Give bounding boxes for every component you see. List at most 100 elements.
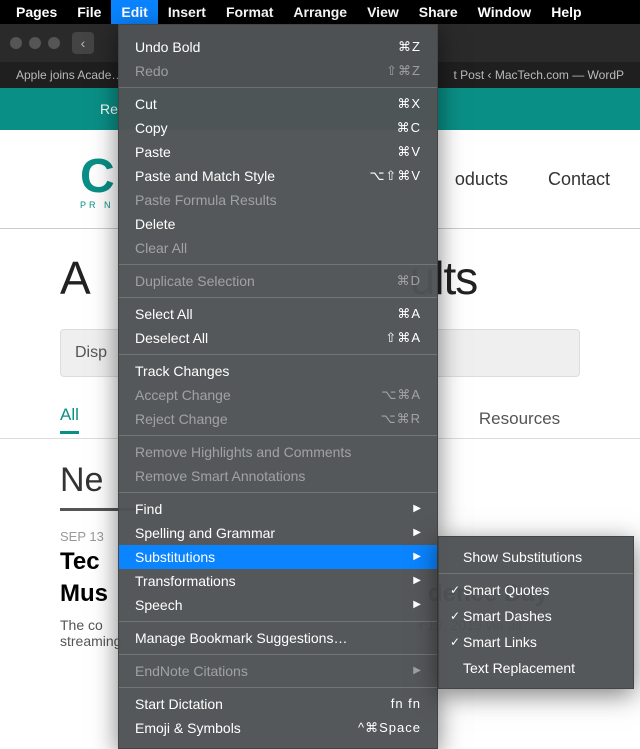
menu-item-label: Paste and Match Style xyxy=(135,166,275,186)
menu-item-reject-change: Reject Change ⌥⌘R xyxy=(119,407,437,431)
site-nav: oducts Contact xyxy=(455,169,610,190)
menu-item-select-all[interactable]: Select All⌘A xyxy=(119,302,437,326)
menu-shortcut: ⌥⌘R xyxy=(381,409,421,429)
submenu-item-label: Text Replacement xyxy=(463,658,575,678)
menubar-item-edit[interactable]: Edit xyxy=(111,0,157,24)
window-controls[interactable] xyxy=(10,37,60,49)
menu-item-paste-formula-results: Paste Formula Results xyxy=(119,188,437,212)
menu-item-label: EndNote Citations xyxy=(135,661,248,681)
menubar-app[interactable]: Pages xyxy=(6,0,67,24)
menubar-item-insert[interactable]: Insert xyxy=(158,0,216,24)
menubar-item-format[interactable]: Format xyxy=(216,0,283,24)
menu-item-label: Accept Change xyxy=(135,385,231,405)
tab-all[interactable]: All xyxy=(60,405,79,434)
menu-item-label: Copy xyxy=(135,118,168,138)
menu-shortcut: ⌘X xyxy=(397,94,421,114)
menu-item-find[interactable]: Find ▶ xyxy=(119,497,437,521)
submenu-item-show-substitutions[interactable]: Show Substitutions xyxy=(439,544,633,570)
menu-item-duplicate-selection: Duplicate Selection ⌘D xyxy=(119,269,437,293)
menu-shortcut: ⌘Z xyxy=(398,37,421,57)
site-logo-sub: PR N xyxy=(80,200,114,210)
menu-shortcut: ⌘D xyxy=(397,271,421,291)
menu-item-label: Track Changes xyxy=(135,361,229,381)
menu-shortcut: ⇧⌘A xyxy=(385,328,421,348)
menu-item-manage-bookmark-suggestions[interactable]: Manage Bookmark Suggestions… xyxy=(119,626,437,650)
menubar-item-view[interactable]: View xyxy=(357,0,409,24)
submenu-item-label: Show Substitutions xyxy=(463,547,582,567)
menu-item-spelling-and-grammar[interactable]: Spelling and Grammar ▶ xyxy=(119,521,437,545)
submenu-item-text-replacement[interactable]: Text Replacement xyxy=(439,655,633,681)
menu-item-track-changes[interactable]: Track Changes xyxy=(119,359,437,383)
menu-item-label: Select All xyxy=(135,304,193,324)
menu-item-label: Paste Formula Results xyxy=(135,190,277,210)
menubar-item-file[interactable]: File xyxy=(67,0,111,24)
submenu-item-smart-dashes[interactable]: ✓Smart Dashes xyxy=(439,603,633,629)
menu-item-accept-change: Accept Change ⌥⌘A xyxy=(119,383,437,407)
menu-item-paste[interactable]: Paste ⌘V xyxy=(119,140,437,164)
menu-item-substitutions[interactable]: Substitutions▶ xyxy=(119,545,437,569)
menubar-item-help[interactable]: Help xyxy=(541,0,591,24)
submenu-item-label: Smart Quotes xyxy=(463,580,549,600)
menu-shortcut: ^⌘Space xyxy=(358,718,421,738)
menu-item-label: Find xyxy=(135,499,162,519)
menu-item-remove-smart-annotations: Remove Smart Annotations xyxy=(119,464,437,488)
nav-contact[interactable]: Contact xyxy=(548,169,610,190)
menu-item-endnote-citations: EndNote Citations ▶ xyxy=(119,659,437,683)
menubar-item-share[interactable]: Share xyxy=(409,0,468,24)
submenu-item-smart-quotes[interactable]: ✓Smart Quotes xyxy=(439,577,633,603)
menu-item-label: Cut xyxy=(135,94,157,114)
menu-shortcut: ⌥⌘A xyxy=(381,385,421,405)
menu-item-redo: Redo ⇧⌘Z xyxy=(119,59,437,83)
menubar-item-arrange[interactable]: Arrange xyxy=(283,0,357,24)
menu-item-label: Remove Smart Annotations xyxy=(135,466,305,486)
chevron-right-icon: ▶ xyxy=(413,661,421,681)
menu-item-delete[interactable]: Delete xyxy=(119,212,437,236)
menu-item-label: Undo Bold xyxy=(135,37,200,57)
site-logo: C xyxy=(80,149,114,204)
menu-item-label: Transformations xyxy=(135,571,236,591)
submenu-item-smart-links[interactable]: ✓Smart Links xyxy=(439,629,633,655)
browser-tab-title[interactable]: Apple joins Acade… xyxy=(16,68,123,82)
menu-item-label: Clear All xyxy=(135,238,187,258)
menu-item-label: Delete xyxy=(135,214,175,234)
menu-item-deselect-all[interactable]: Deselect All⇧⌘A xyxy=(119,326,437,350)
tab-resources[interactable]: Resources xyxy=(479,409,560,429)
chevron-right-icon: ▶ xyxy=(413,547,421,567)
nav-products[interactable]: oducts xyxy=(455,169,508,190)
menu-item-speech[interactable]: Speech ▶ xyxy=(119,593,437,617)
chevron-right-icon: ▶ xyxy=(413,523,421,543)
checkmark-icon: ✓ xyxy=(447,580,463,600)
menu-item-paste-and-match-style[interactable]: Paste and Match Style⌥⇧⌘V xyxy=(119,164,437,188)
menu-shortcut: ⌘C xyxy=(397,118,421,138)
menu-item-label: Duplicate Selection xyxy=(135,271,255,291)
browser-tab-title-right: t Post ‹ MacTech.com — WordP xyxy=(454,68,625,82)
chevron-right-icon: ▶ xyxy=(413,571,421,591)
menu-shortcut: fn fn xyxy=(391,694,421,714)
menu-shortcut: ⇧⌘Z xyxy=(386,61,421,81)
menu-item-label: Paste xyxy=(135,142,171,162)
menu-item-label: Spelling and Grammar xyxy=(135,523,275,543)
menubar-item-window[interactable]: Window xyxy=(468,0,542,24)
submenu-item-label: Smart Links xyxy=(463,632,537,652)
menu-item-label: Speech xyxy=(135,595,182,615)
menu-item-emoji-symbols[interactable]: Emoji & Symbols^⌘Space xyxy=(119,716,437,740)
chevron-right-icon: ▶ xyxy=(413,595,421,615)
menu-item-label: Reject Change xyxy=(135,409,228,429)
menu-item-clear-all: Clear All xyxy=(119,236,437,260)
submenu-item-label: Smart Dashes xyxy=(463,606,552,626)
chevron-right-icon: ▶ xyxy=(413,499,421,519)
menu-item-start-dictation[interactable]: Start Dictation fn fn xyxy=(119,692,437,716)
menu-item-transformations[interactable]: Transformations ▶ xyxy=(119,569,437,593)
menu-item-undo-bold[interactable]: Undo Bold ⌘Z xyxy=(119,35,437,59)
menubar: Pages FileEditInsertFormatArrangeViewSha… xyxy=(0,0,640,24)
menu-item-label: Redo xyxy=(135,61,168,81)
menu-item-remove-highlights-and-comments: Remove Highlights and Comments xyxy=(119,440,437,464)
menu-shortcut: ⌘V xyxy=(397,142,421,162)
substitutions-submenu: Show Substitutions✓Smart Quotes✓Smart Da… xyxy=(438,536,634,689)
menu-item-cut[interactable]: Cut ⌘X xyxy=(119,92,437,116)
menu-item-label: Start Dictation xyxy=(135,694,223,714)
menu-item-label: Remove Highlights and Comments xyxy=(135,442,351,462)
back-button[interactable]: ‹ xyxy=(72,32,94,54)
menu-item-copy[interactable]: Copy ⌘C xyxy=(119,116,437,140)
checkmark-icon: ✓ xyxy=(447,632,463,652)
